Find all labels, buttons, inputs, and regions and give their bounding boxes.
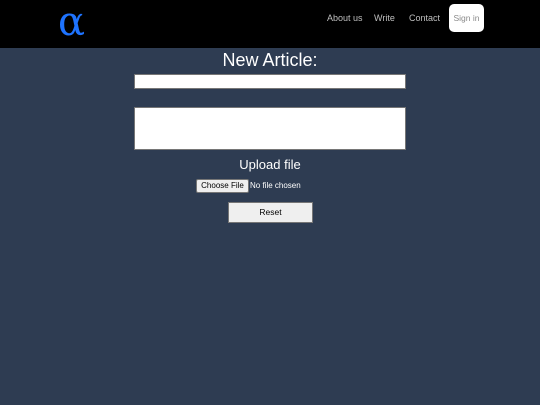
choose-file-button[interactable]: Choose File xyxy=(196,179,249,193)
page-title: New Article: xyxy=(222,50,318,70)
top-navigation-bar: α About us Write Contact Sign in xyxy=(0,0,540,48)
sign-in-button[interactable]: Sign in xyxy=(449,4,484,32)
nav-contact-link[interactable]: Contact xyxy=(409,0,440,36)
article-title-input[interactable] xyxy=(134,74,406,89)
article-body-textarea[interactable] xyxy=(134,107,406,150)
nav-about-us-link[interactable]: About us xyxy=(327,0,363,36)
upload-file-label: Upload file xyxy=(239,157,301,172)
file-status-text: No file chosen xyxy=(250,181,301,190)
alpha-logo-icon[interactable]: α xyxy=(58,2,94,42)
reset-button[interactable]: Reset xyxy=(228,202,313,223)
nav-write-link[interactable]: Write xyxy=(374,0,395,36)
